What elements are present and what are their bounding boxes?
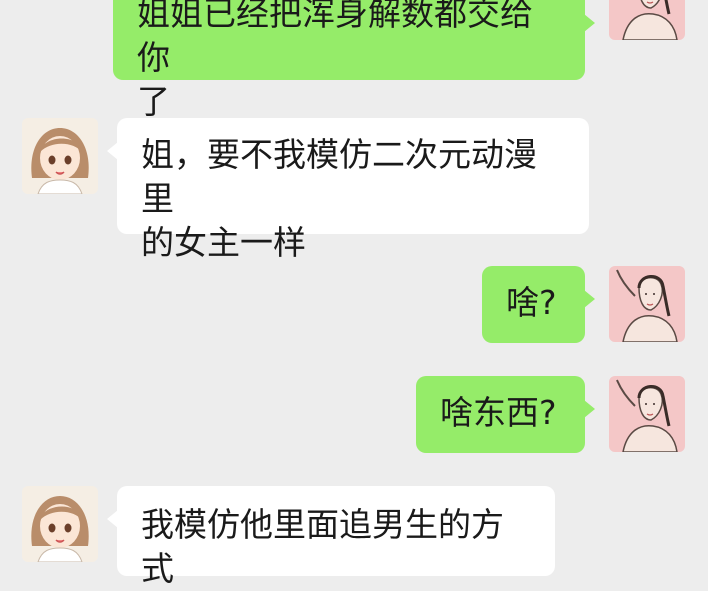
woman-stretching-avatar[interactable] xyxy=(609,266,685,342)
message-bubble-other[interactable]: 我模仿他里面追男生的方式 xyxy=(107,486,555,588)
woman-stretching-avatar[interactable] xyxy=(609,376,685,452)
message-bubble-other[interactable]: 姐，要不我模仿二次元动漫里 的女主一样 xyxy=(107,118,589,262)
message-bubble-self[interactable]: 啥东西? xyxy=(416,376,595,453)
message-bubble-self[interactable]: 姐姐已经把浑身解数都交给你 了 xyxy=(113,0,595,121)
chat-area: 姐姐已经把浑身解数都交给你 了 姐，要不我模仿二次元动漫里 的女主一样 啥? 啥… xyxy=(0,0,708,588)
anime-girl-avatar[interactable] xyxy=(22,486,98,562)
woman-stretching-avatar[interactable] xyxy=(609,0,685,40)
anime-girl-avatar[interactable] xyxy=(22,118,98,194)
message-bubble-self[interactable]: 啥? xyxy=(482,266,595,343)
